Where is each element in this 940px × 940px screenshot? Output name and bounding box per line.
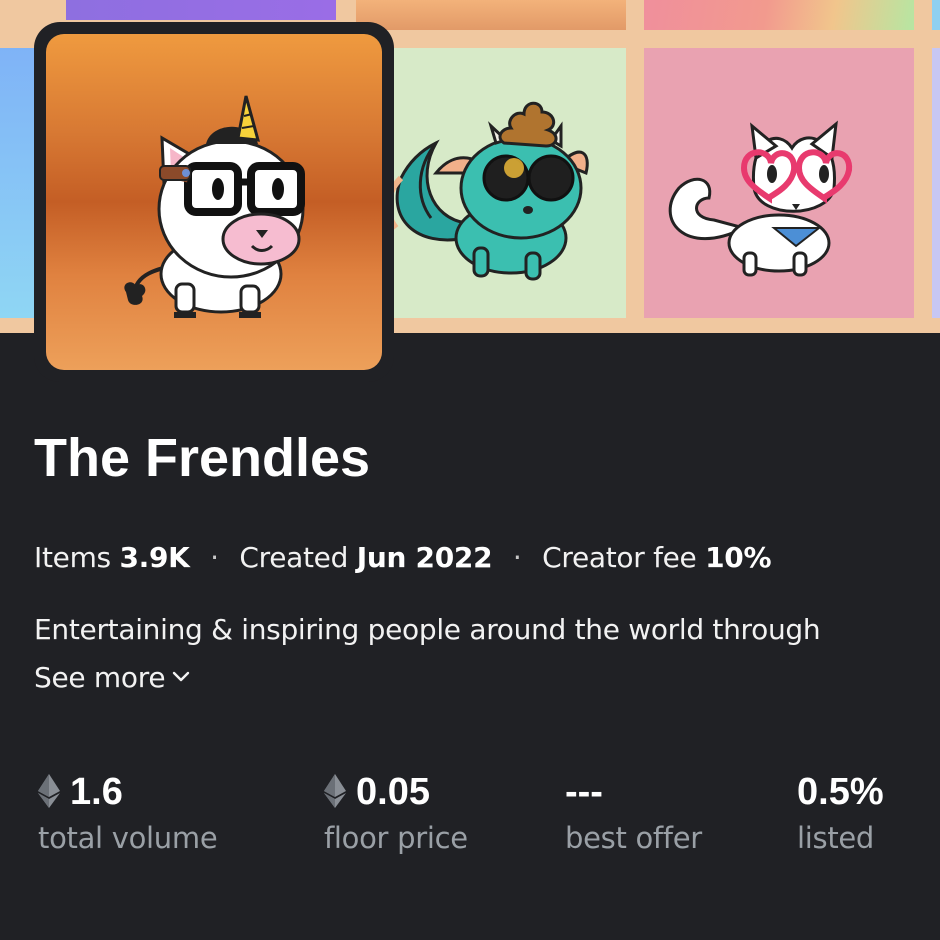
total-volume-value: 1.6 [70, 771, 123, 813]
ethereum-icon [38, 773, 60, 808]
banner-tile [932, 0, 940, 30]
banner-tile [644, 0, 914, 30]
created-value: Jun 2022 [356, 541, 493, 574]
separator: · [512, 541, 522, 574]
total-volume-label: total volume [38, 821, 218, 855]
best-offer-value: --- [565, 771, 603, 813]
banner-tile-white-cat [644, 48, 914, 318]
stat-total-volume[interactable]: 1.6 total volume [38, 770, 218, 860]
collection-title: The Frendles [34, 428, 371, 488]
stat-listed[interactable]: 0.5% listed [797, 770, 884, 860]
collection-meta: Items 3.9K · Created Jun 2022 · Creator … [34, 538, 772, 578]
white-cat-illustration [668, 120, 853, 277]
collection-description: Entertaining & inspiring people around t… [34, 613, 821, 646]
chevron-down-icon [173, 671, 190, 682]
banner-tile [66, 0, 336, 20]
listed-value: 0.5% [797, 771, 884, 813]
floor-price-value: 0.05 [356, 771, 430, 813]
teal-creature-illustration [385, 101, 589, 281]
see-more-label: See more [34, 661, 166, 694]
separator: · [210, 541, 219, 574]
banner-tile [356, 0, 626, 30]
created-label: Created [239, 541, 349, 574]
collection-avatar[interactable] [46, 34, 382, 370]
banner-tile-teal-creature [356, 48, 626, 318]
stat-floor-price[interactable]: 0.05 floor price [324, 770, 468, 860]
best-offer-label: best offer [565, 821, 702, 855]
ethereum-icon [324, 773, 346, 808]
see-more-button[interactable]: See more [34, 658, 191, 698]
items-label: Items [34, 541, 111, 574]
banner-tile [932, 48, 940, 318]
items-value: 3.9K [119, 541, 190, 574]
stat-best-offer[interactable]: --- best offer [565, 770, 702, 860]
floor-price-label: floor price [324, 821, 468, 855]
listed-label: listed [797, 821, 875, 855]
creator-fee-label: Creator fee [542, 541, 697, 574]
unicorn-cat-illustration [124, 95, 305, 318]
creator-fee-value: 10% [705, 541, 772, 574]
